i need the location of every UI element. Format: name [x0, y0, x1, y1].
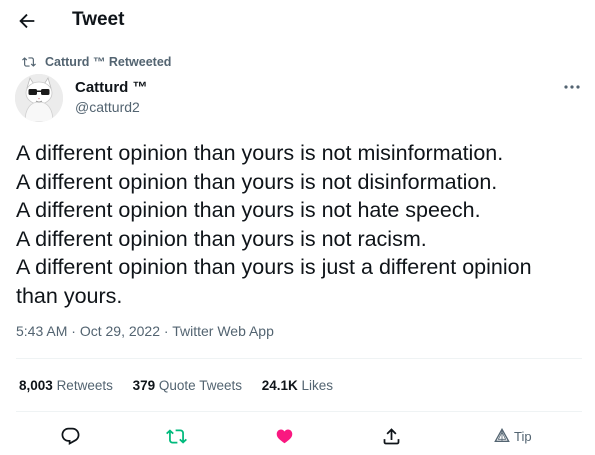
page-title: Tweet — [72, 9, 125, 30]
tweet-source: Twitter Web App — [172, 323, 274, 339]
tweet-text-line: than yours. — [16, 283, 123, 308]
tweet-text-line: A different opinion than yours is not ra… — [16, 226, 427, 251]
tweet-text-line: A different opinion than yours is not di… — [16, 169, 498, 194]
reply-bubble-icon — [61, 427, 80, 445]
author-name[interactable]: Catturd ™ — [75, 79, 148, 96]
quote-tweets-count: 379 — [132, 378, 156, 393]
retweet-context[interactable]: Catturd ™ Retweeted — [22, 54, 171, 70]
likes-count: 24.1K — [261, 378, 298, 393]
cat-avatar-image — [15, 74, 63, 122]
share-button[interactable] — [381, 425, 402, 447]
like-button[interactable] — [274, 425, 295, 447]
more-dots-icon[interactable] — [562, 80, 582, 94]
tweet-text: A different opinion than yours is not mi… — [16, 139, 586, 310]
meta-separator: · — [160, 323, 173, 339]
heart-icon — [276, 429, 293, 443]
likes-stat[interactable]: 24.1K Likes — [262, 378, 333, 393]
back-arrow-icon[interactable] — [16, 10, 38, 32]
retweet-icon — [166, 428, 187, 444]
likes-label: Likes — [301, 378, 334, 393]
retweet-icon — [22, 57, 36, 67]
tweet-date[interactable]: Oct 29, 2022 — [80, 323, 160, 339]
tweet-text-line: A different opinion than yours is just a… — [16, 255, 532, 279]
tweet-meta: 5:43 AM · Oct 29, 2022 · Twitter Web App — [16, 323, 274, 339]
quote-tweets-label: Quote Tweets — [158, 378, 242, 393]
retweet-context-label: Catturd ™ Retweeted — [45, 55, 172, 69]
tweet-text-line: A different opinion than yours is not ha… — [16, 198, 481, 222]
tip-label: Tip — [514, 428, 532, 444]
tweet-text-line: A different opinion than yours is not mi… — [16, 141, 504, 165]
quote-tweets-stat[interactable]: 379 Quote Tweets — [133, 378, 242, 393]
retweets-label: Retweets — [56, 378, 113, 393]
meta-separator: · — [67, 323, 80, 339]
tip-button[interactable]: Tip — [494, 425, 532, 447]
header-bar: Tweet — [0, 0, 595, 42]
divider — [16, 358, 582, 359]
retweets-stat[interactable]: 8,003 Retweets — [19, 378, 113, 393]
retweet-button[interactable] — [166, 425, 187, 447]
share-upload-icon — [383, 427, 400, 444]
action-bar: Tip — [0, 422, 595, 452]
tip-icon — [494, 428, 510, 442]
divider — [16, 411, 582, 412]
tweet-time[interactable]: 5:43 AM — [16, 323, 67, 339]
tweet-stats: 8,003 Retweets 379 Quote Tweets 24.1K Li… — [19, 378, 349, 393]
author-handle[interactable]: @catturd2 — [75, 99, 140, 115]
avatar[interactable] — [15, 74, 63, 122]
retweets-count: 8,003 — [19, 378, 53, 393]
reply-button[interactable] — [60, 425, 81, 447]
